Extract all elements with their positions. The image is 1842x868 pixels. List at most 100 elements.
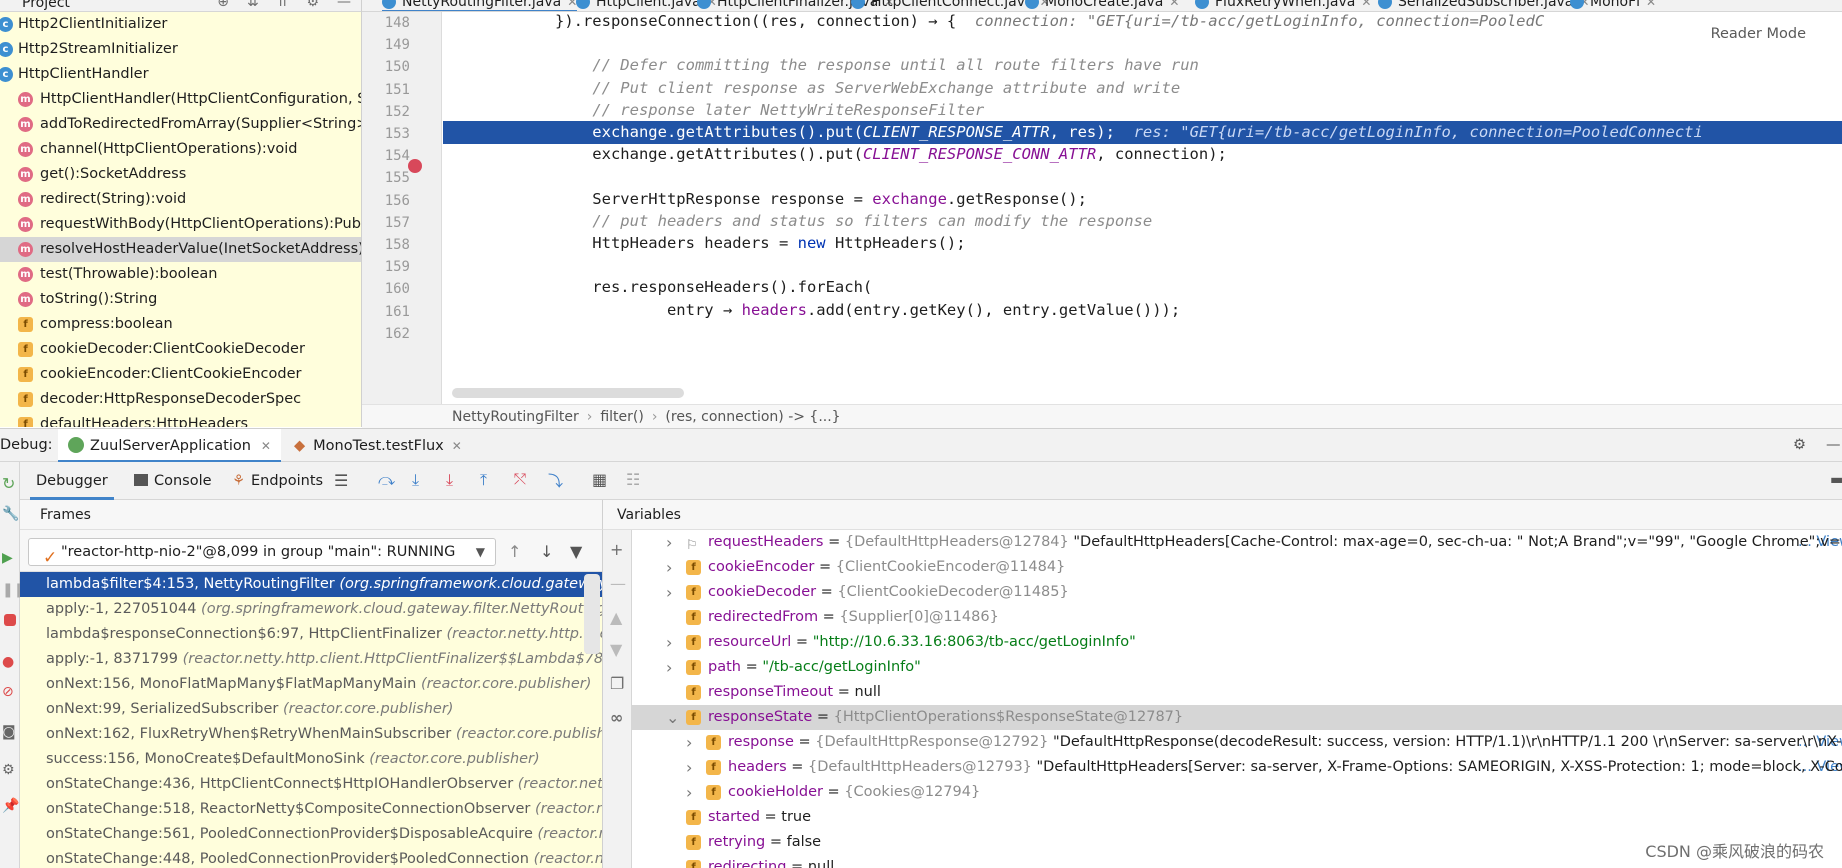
tree-item[interactable]: m HttpClientHandler(HttpClientConfigurati… — [0, 87, 361, 112]
close-icon[interactable]: ✕ — [1361, 0, 1371, 9]
gear-icon[interactable]: ⚙ — [306, 0, 319, 10]
editor-tab[interactable]: MonoFl ✕ — [1570, 0, 1656, 10]
code-line[interactable]: exchange.getAttributes().put(CLIENT_RESP… — [443, 143, 1842, 166]
editor-horizontal-scrollbar[interactable] — [452, 388, 684, 398]
stack-frame[interactable]: onStateChange:561, PooledConnectionProvi… — [20, 822, 602, 847]
code-line[interactable]: entry → headers.add(entry.getKey(), entr… — [443, 299, 1842, 322]
code-line[interactable]: }).responseConnection((res, connection) … — [443, 12, 1842, 33]
chevron-right-icon[interactable]: › — [686, 780, 692, 805]
editor-tab[interactable]: FluxRetryWhen.java ✕ — [1195, 0, 1371, 10]
view-breakpoints-icon[interactable]: ● — [2, 654, 18, 670]
chevron-right-icon[interactable]: › — [666, 630, 672, 655]
settings-icon[interactable]: ⚙ — [2, 762, 18, 778]
code-line[interactable] — [443, 321, 1842, 344]
tab-debugger[interactable]: Debugger — [30, 462, 114, 500]
execution-line[interactable]: exchange.getAttributes().put(CLIENT_RESP… — [443, 121, 1842, 144]
camera-icon[interactable]: ◙ — [2, 724, 18, 740]
run-to-cursor-icon[interactable]: ⤵ — [548, 470, 566, 490]
code-line[interactable]: HttpHeaders headers = new HttpHeaders(); — [443, 232, 1842, 255]
move-up-icon[interactable]: ▲ — [610, 608, 622, 627]
variable-row[interactable]: › f cookieDecoder = {ClientCookieDecoder@1… — [632, 580, 1842, 605]
chevron-right-icon[interactable]: › — [666, 655, 672, 680]
expand-all-icon[interactable]: ⇊ — [247, 0, 259, 10]
chevron-down-icon[interactable]: ⌄ — [666, 705, 679, 730]
editor-tab[interactable]: HttpClient.java ✕ — [576, 0, 717, 10]
close-icon[interactable]: ✕ — [452, 439, 462, 453]
filter-icon[interactable]: ▼ — [570, 542, 582, 561]
hide-icon[interactable]: — — [1826, 437, 1841, 453]
thread-selector[interactable]: ✓ "reactor-http-nio-2"@8,099 in group "m… — [28, 538, 496, 566]
locate-icon[interactable]: ⊕ — [217, 0, 229, 10]
force-step-into-icon[interactable]: ⤓ — [446, 470, 464, 489]
frames-scrollbar[interactable] — [584, 574, 600, 654]
down-arrow-icon[interactable]: ↓ — [540, 542, 553, 561]
close-icon[interactable]: ✕ — [1646, 0, 1656, 9]
step-out-icon[interactable]: ⤒ — [480, 470, 498, 489]
tree-item[interactable]: f decoder:HttpResponseDecoderSpec — [0, 387, 361, 412]
layout-icon[interactable]: ▬ — [1830, 472, 1842, 488]
show-watches-icon[interactable]: ∞ — [610, 708, 623, 727]
wrench-icon[interactable]: 🔧 — [2, 506, 19, 522]
tree-item[interactable]: m redirect(String):void — [0, 187, 361, 212]
stop-icon[interactable] — [4, 614, 16, 626]
code-line[interactable]: // response later NettyWriteResponseFilt… — [443, 99, 1842, 122]
stack-frame[interactable]: apply:-1, 227051044 (org.springframework… — [20, 597, 602, 622]
pin-icon[interactable]: 📌 — [2, 798, 19, 814]
run-tab-zuul[interactable]: ZuulServerApplication ✕ — [58, 429, 281, 463]
pause-icon[interactable]: ❚❚ — [2, 582, 25, 598]
run-tab-monotest[interactable]: ◆ MonoTest.testFlux ✕ — [284, 429, 472, 463]
close-icon[interactable]: ✕ — [261, 439, 271, 453]
stack-frame[interactable]: onNext:99, SerializedSubscriber (reactor… — [20, 697, 602, 722]
stack-frame[interactable]: apply:-1, 8371799 (reactor.netty.http.cl… — [20, 647, 602, 672]
close-icon[interactable]: ✕ — [1169, 0, 1179, 9]
variable-row[interactable]: › f resourceUrl = "http://10.6.33.16:8063/… — [632, 630, 1842, 655]
variable-row[interactable]: › f cookieHolder = {Cookies@12794} — [632, 780, 1842, 805]
variable-row[interactable]: ›f... Viewheaders = {DefaultHttpHeaders@… — [632, 755, 1842, 780]
tree-item[interactable]: f defaultHeaders:HttpHeaders — [0, 412, 361, 427]
move-down-icon[interactable]: ▼ — [610, 640, 622, 659]
stack-frame[interactable]: onStateChange:448, PooledConnectionProvi… — [20, 847, 602, 868]
rerun-icon[interactable]: ↻ — [2, 474, 18, 493]
step-over-icon[interactable]: ⤼ — [378, 470, 396, 489]
project-title[interactable]: Project — [22, 0, 70, 11]
tree-item[interactable]: f cookieEncoder:ClientCookieEncoder — [0, 362, 361, 387]
variable-row[interactable]: f redirectedFrom = {Supplier[0]@11486} — [632, 605, 1842, 630]
stack-frame[interactable]: onStateChange:436, HttpClientConnect$Htt… — [20, 772, 602, 797]
tab-endpoints[interactable]: ⚘ Endpoints — [232, 462, 323, 500]
variable-row[interactable]: › f path = "/tb-acc/getLoginInfo" — [632, 655, 1842, 680]
add-watch-icon[interactable]: + — [610, 540, 623, 559]
chevron-right-icon[interactable]: › — [666, 555, 672, 580]
stack-frame[interactable]: success:156, MonoCreate$DefaultMonoSink … — [20, 747, 602, 772]
tree-item[interactable]: f compress:boolean — [0, 312, 361, 337]
evaluate-expression-icon[interactable]: ▦ — [592, 470, 610, 489]
tree-item[interactable]: m resolveHostHeaderValue(InetSocketAddres… — [0, 237, 361, 262]
chevron-right-icon[interactable]: › — [666, 530, 672, 555]
variable-row[interactable]: ⌄ f responseState = {HttpClientOperations$… — [632, 705, 1842, 730]
chevron-right-icon[interactable]: › — [686, 755, 692, 780]
stack-frame[interactable]: lambda$responseConnection$6:97, HttpClie… — [20, 622, 602, 647]
code-line[interactable]: // Put client response as ServerWebExcha… — [443, 77, 1842, 100]
variable-row[interactable]: ›f... Viewresponse = {DefaultHttpRespons… — [632, 730, 1842, 755]
code-line[interactable]: res.responseHeaders().forEach( — [443, 276, 1842, 299]
code-line[interactable] — [443, 165, 1842, 188]
editor-tab[interactable]: HttpClientConnect.java ✕ — [851, 0, 1050, 10]
code-line[interactable]: ServerHttpResponse response = exchange.g… — [443, 188, 1842, 211]
tree-item[interactable]: m channel(HttpClientOperations):void — [0, 137, 361, 162]
stack-frame[interactable]: onNext:156, MonoFlatMapMany$FlatMapManyM… — [20, 672, 602, 697]
tree-item[interactable]: m get():SocketAddress — [0, 162, 361, 187]
code-line[interactable]: // Defer committing the response until a… — [443, 54, 1842, 77]
step-into-icon[interactable]: ⤓ — [412, 470, 430, 489]
chevron-right-icon[interactable]: › — [666, 580, 672, 605]
tree-item[interactable]: m addToRedirectedFromArray(Supplier<Strin… — [0, 112, 361, 137]
code-line[interactable]: // put headers and status so filters can… — [443, 210, 1842, 233]
stack-frame[interactable]: onStateChange:518, ReactorNetty$Composit… — [20, 797, 602, 822]
tree-item[interactable]: c HttpClientHandler — [0, 62, 361, 87]
tree-item[interactable]: c Http2StreamInitializer — [0, 37, 361, 62]
variable-row[interactable]: ›⚐... ViewrequestHeaders = {DefaultHttpH… — [632, 530, 1842, 555]
drop-frame-icon[interactable]: ⤲ — [514, 470, 532, 488]
breadcrumb-item[interactable]: NettyRoutingFilter — [452, 409, 579, 425]
editor-tab[interactable]: MonoCreate.java ✕ — [1025, 0, 1179, 10]
stack-frame[interactable]: lambda$filter$4:153, NettyRoutingFilter … — [20, 572, 602, 597]
breakpoint-icon[interactable] — [408, 159, 422, 173]
tree-item[interactable]: m toString():String — [0, 287, 361, 312]
